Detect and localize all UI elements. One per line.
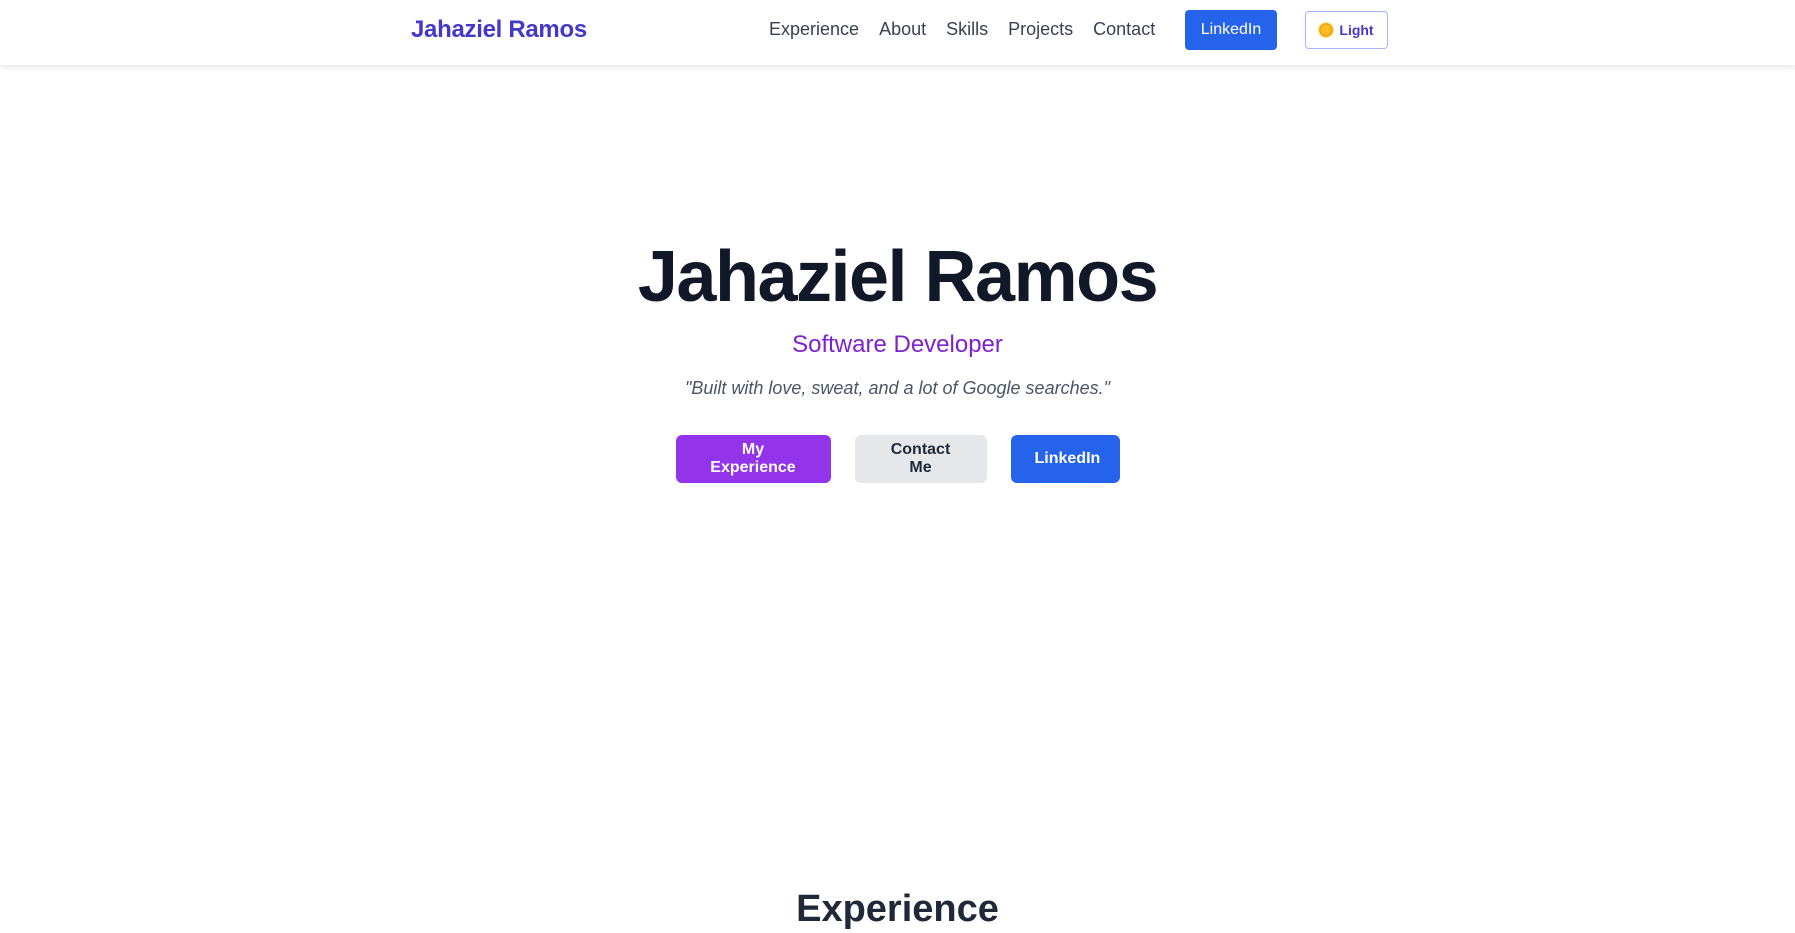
my-experience-button[interactable]: My Experience [675, 435, 831, 483]
hero-section: Jahaziel Ramos Software Developer "Built… [0, 65, 1795, 585]
navbar: Jahaziel Ramos Experience About Skills P… [0, 0, 1795, 65]
nav-link-experience[interactable]: Experience [769, 19, 859, 40]
experience-section-heading: Experience [796, 888, 999, 930]
theme-toggle-button[interactable]: Light [1305, 11, 1388, 49]
hero-linkedin-button[interactable]: LinkedIn [1010, 435, 1120, 483]
nav-link-projects[interactable]: Projects [1008, 19, 1073, 40]
nav-link-contact[interactable]: Contact [1093, 19, 1155, 40]
hero-buttons: My Experience Contact Me LinkedIn [0, 435, 1795, 483]
brand-logo-link[interactable]: Jahaziel Ramos [411, 16, 587, 44]
hero-quote: "Built with love, sweat, and a lot of Go… [684, 378, 1110, 398]
contact-me-button[interactable]: Contact Me [854, 435, 987, 483]
nav-linkedin-button[interactable]: LinkedIn [1185, 10, 1277, 50]
hero-title: Jahaziel Ramos [637, 237, 1159, 317]
sun-icon [1319, 23, 1334, 37]
hero-subtitle: Software Developer [792, 331, 1003, 358]
nav-link-skills[interactable]: Skills [946, 19, 988, 40]
nav-link-about[interactable]: About [879, 19, 926, 40]
main-nav: Experience About Skills Projects Contact [769, 19, 1155, 40]
theme-toggle-label: Light [1339, 22, 1374, 38]
